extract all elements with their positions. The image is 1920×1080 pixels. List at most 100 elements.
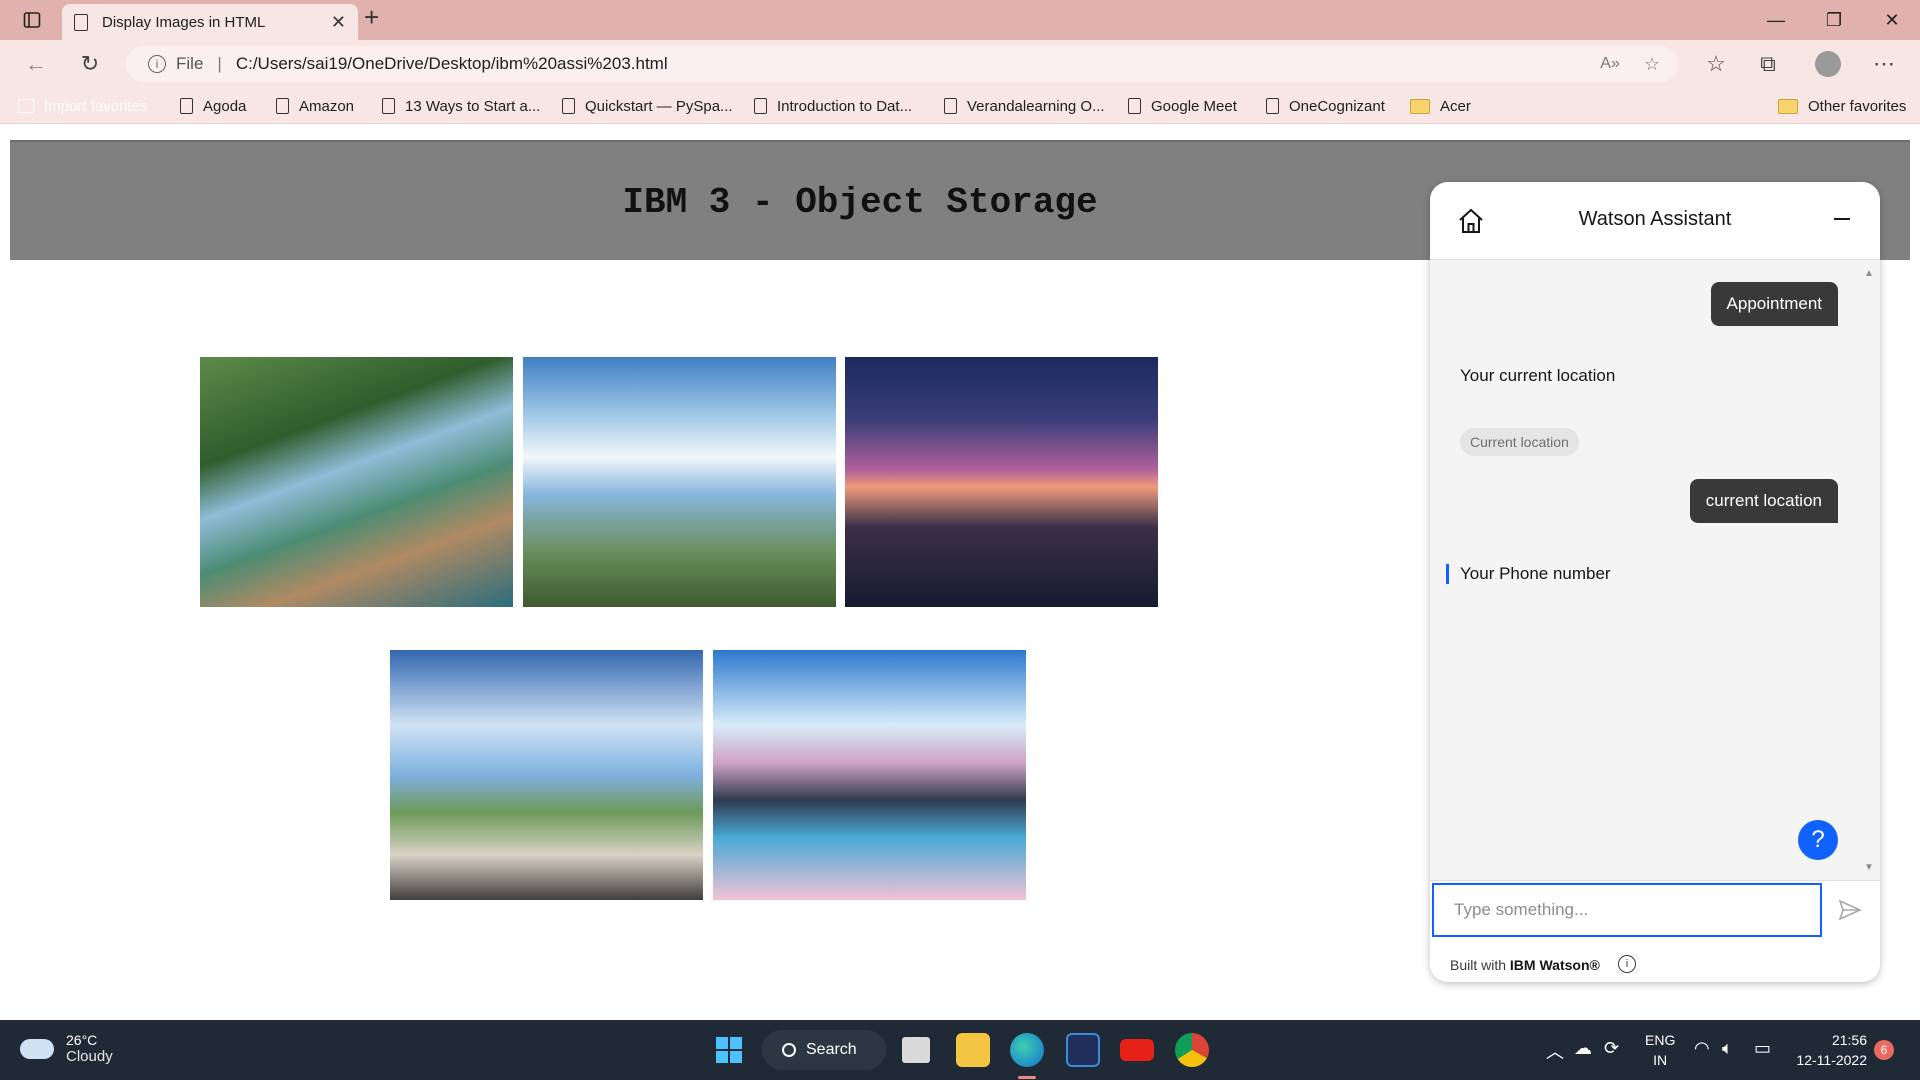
- scroll-down-arrow-icon[interactable]: ▼: [1864, 862, 1874, 873]
- favorite-onecognizant[interactable]: OneCognizant: [1266, 88, 1385, 124]
- other-favorites-folder[interactable]: Other favorites: [1778, 88, 1906, 124]
- url-scheme-label: File: [176, 54, 204, 73]
- doc-icon: [944, 98, 957, 114]
- favorite-label: Google Meet: [1151, 97, 1237, 115]
- chat-title: Watson Assistant: [1578, 208, 1732, 230]
- restore-window-icon[interactable]: ❐: [1806, 0, 1862, 40]
- windows-start-icon[interactable]: [712, 1033, 746, 1067]
- favorite-acer-folder[interactable]: Acer: [1410, 88, 1471, 124]
- system-clock[interactable]: 21:56 12-11-2022: [1793, 1030, 1867, 1070]
- windows-taskbar: 26°C Cloudy Search ︿ ☁ ⟳ ENG IN ◠ 🔈︎ ▭ 2…: [0, 1020, 1920, 1080]
- minimize-chat-icon[interactable]: [1834, 218, 1850, 220]
- built-with-footer: Built with IBM Watson®: [1450, 957, 1600, 973]
- active-app-indicator: [1018, 1076, 1036, 1079]
- language-indicator[interactable]: ENG IN: [1645, 1030, 1675, 1070]
- site-info-icon[interactable]: i: [148, 55, 166, 73]
- send-icon: [1838, 899, 1862, 921]
- info-icon[interactable]: i: [1618, 955, 1636, 973]
- gallery-image-clouds-field: [523, 357, 836, 607]
- security-app-icon[interactable]: [1066, 1033, 1100, 1067]
- user-message: current location: [1689, 479, 1838, 523]
- chrome-icon[interactable]: [1175, 1033, 1209, 1067]
- minimize-window-icon[interactable]: —: [1748, 0, 1804, 40]
- tab-close-icon[interactable]: ✕: [331, 12, 346, 33]
- tab-active[interactable]: Display Images in HTML ✕: [62, 4, 358, 40]
- favorite-google-meet[interactable]: Google Meet: [1128, 88, 1237, 124]
- favorite-verandalearning[interactable]: Verandalearning O...: [944, 88, 1105, 124]
- chat-header: Watson Assistant: [1430, 182, 1880, 260]
- doc-icon: [1128, 98, 1141, 114]
- profile-avatar[interactable]: [1808, 40, 1848, 88]
- favorite-agoda[interactable]: Agoda: [180, 88, 246, 124]
- tab-actions-icon[interactable]: [4, 0, 60, 40]
- file-explorer-icon[interactable]: [956, 1033, 990, 1067]
- notification-badge[interactable]: 6: [1874, 1040, 1894, 1060]
- new-tab-icon[interactable]: +: [364, 2, 379, 33]
- send-button[interactable]: [1822, 883, 1878, 937]
- weather-widget[interactable]: 26°C Cloudy: [20, 1032, 113, 1066]
- gallery-image-night-sky-rocket: [845, 357, 1158, 607]
- doc-icon: [382, 98, 395, 114]
- taskbar-search[interactable]: Search: [762, 1030, 886, 1070]
- browser-navbar: ← ↻ i File | C:/Users/sai19/OneDrive/Des…: [0, 40, 1920, 88]
- back-icon[interactable]: ←: [16, 40, 56, 88]
- task-view-icon[interactable]: [902, 1037, 930, 1063]
- search-label: Search: [806, 1041, 857, 1058]
- address-bar[interactable]: i File | C:/Users/sai19/OneDrive/Desktop…: [126, 46, 1678, 82]
- volume-icon[interactable]: 🔈︎: [1722, 1038, 1733, 1059]
- built-with-prefix: Built with: [1450, 957, 1510, 973]
- gallery-image-grass-beach: [390, 650, 703, 900]
- favorite-import[interactable]: Import favorites: [18, 88, 147, 124]
- refresh-icon[interactable]: ↻: [70, 40, 110, 88]
- folder-icon: [1778, 98, 1798, 114]
- tab-title: Display Images in HTML: [102, 13, 266, 31]
- add-favorite-icon[interactable]: ☆: [1644, 54, 1660, 75]
- sync-icon[interactable]: ⟳: [1604, 1038, 1619, 1059]
- weather-condition: Cloudy: [66, 1048, 113, 1065]
- watson-chat-widget: Watson Assistant ▲ Appointment Your curr…: [1430, 182, 1880, 982]
- doc-icon: [562, 98, 575, 114]
- show-hidden-icons-icon[interactable]: ︿: [1546, 1038, 1564, 1064]
- collections-icon[interactable]: ⧉: [1748, 40, 1788, 88]
- favorite-amazon[interactable]: Amazon: [276, 88, 354, 124]
- weather-temperature: 26°C: [66, 1032, 98, 1048]
- option-chip-current-location[interactable]: Current location: [1460, 428, 1579, 456]
- search-icon: [782, 1043, 796, 1057]
- onedrive-icon[interactable]: ☁: [1574, 1038, 1592, 1059]
- favorite-introduction[interactable]: Introduction to Dat...: [754, 88, 912, 124]
- favorite-quickstart-pyspark[interactable]: Quickstart — PySpa...: [562, 88, 733, 124]
- favorite-13-ways[interactable]: 13 Ways to Start a...: [382, 88, 540, 124]
- folder-icon: [1410, 98, 1430, 114]
- settings-more-icon[interactable]: ⋯: [1864, 40, 1904, 88]
- import-icon: [18, 99, 34, 113]
- scroll-up-arrow-icon[interactable]: ▲: [1864, 268, 1874, 279]
- built-with-brand: IBM Watson®: [1509, 957, 1600, 973]
- gallery-image-lakeside-forest: [200, 357, 513, 607]
- favorite-label: Acer: [1440, 97, 1471, 115]
- wifi-icon[interactable]: ◠: [1694, 1038, 1710, 1059]
- bot-message: Your Phone number: [1460, 564, 1611, 583]
- help-button[interactable]: ?: [1798, 820, 1838, 860]
- edge-browser-icon[interactable]: [1010, 1033, 1044, 1067]
- favorite-label: 13 Ways to Start a...: [405, 97, 541, 115]
- doc-icon: [754, 98, 767, 114]
- chat-message-input[interactable]: [1432, 883, 1822, 937]
- youtube-icon[interactable]: [1120, 1039, 1154, 1061]
- chat-input-area: Built with IBM Watson® i: [1430, 880, 1880, 982]
- favorite-label: Other favorites: [1808, 97, 1907, 115]
- close-window-icon[interactable]: ✕: [1864, 0, 1920, 40]
- url-text[interactable]: C:/Users/sai19/OneDrive/Desktop/ibm%20as…: [236, 54, 668, 74]
- doc-icon: [276, 98, 289, 114]
- favorite-label: Import favorites: [44, 97, 148, 115]
- favorite-label: OneCognizant: [1289, 97, 1385, 115]
- bot-message: Your current location: [1460, 366, 1616, 385]
- favorites-icon[interactable]: ☆: [1696, 40, 1736, 88]
- favorite-label: Agoda: [203, 97, 247, 115]
- favorite-label: Introduction to Dat...: [777, 97, 913, 115]
- region-code: IN: [1653, 1052, 1668, 1068]
- page-icon: [74, 13, 88, 31]
- language-code: ENG: [1645, 1032, 1676, 1048]
- battery-icon[interactable]: ▭: [1754, 1038, 1771, 1059]
- cloud-icon: [20, 1039, 54, 1059]
- read-aloud-icon[interactable]: A»: [1600, 55, 1620, 73]
